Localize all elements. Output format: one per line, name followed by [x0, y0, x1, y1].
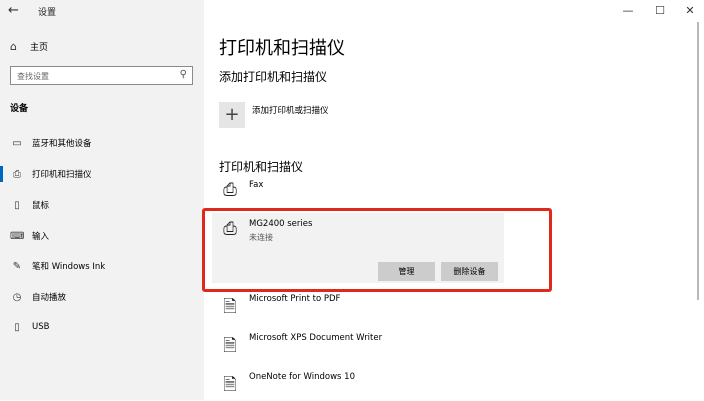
add-section-title: 添加打印机和扫描仪 [219, 70, 328, 84]
device-name: Microsoft XPS Document Writer [249, 333, 383, 343]
device-name: Fax [249, 180, 264, 190]
sidebar-item-usb[interactable]: ▯ USB [0, 313, 204, 341]
sidebar-item-label: 输入 [32, 232, 50, 242]
sidebar-item-label: 打印机和扫描仪 [32, 170, 92, 180]
document-printer-icon: 🗎 [223, 375, 237, 395]
add-printer-label[interactable]: 添加打印机或扫描仪 [252, 104, 329, 116]
devices-section-title: 打印机和扫描仪 [219, 160, 304, 174]
close-icon[interactable]: ✕ [677, 2, 703, 20]
sidebar-item-pen[interactable]: ✎ 笔和 Windows Ink [0, 252, 204, 280]
minimize-icon[interactable]: — [615, 2, 641, 20]
sidebar-item-printers[interactable]: ⎙ 打印机和扫描仪 [0, 160, 204, 188]
plus-icon: + [224, 104, 240, 125]
document-printer-icon: 🗎 [223, 297, 237, 317]
search-placeholder: 查找设置 [17, 72, 49, 81]
maximize-icon[interactable]: ☐ [647, 2, 673, 20]
sidebar-section-title: 设备 [10, 104, 29, 114]
sidebar-item-label: 鼠标 [32, 201, 50, 211]
usb-icon: ▯ [14, 321, 20, 333]
sidebar-item-typing[interactable]: ⌨ 输入 [0, 222, 204, 250]
sidebar-item-mouse[interactable]: ▯ 鼠标 [0, 191, 204, 219]
title-bar: ← 设置 — ☐ ✕ [0, 0, 704, 22]
sidebar-item-autoplay[interactable]: ◷ 自动播放 [0, 283, 204, 311]
printer-icon: ⎙ [13, 168, 21, 180]
window-title: 设置 [38, 8, 57, 18]
sidebar-item-label: 笔和 Windows Ink [32, 262, 106, 272]
keyboard-icon: ⌨ [10, 230, 25, 242]
autoplay-icon: ◷ [12, 291, 22, 303]
home-label: 主页 [30, 43, 49, 53]
search-input[interactable]: 查找设置 ⚲ [10, 66, 193, 85]
scrollbar[interactable] [697, 22, 699, 300]
sidebar-item-label: 自动播放 [32, 293, 67, 303]
back-arrow-icon[interactable]: ← [8, 3, 19, 18]
mouse-icon: ▯ [14, 199, 20, 211]
sidebar-item-label: USB [32, 322, 50, 332]
home-icon: ⌂ [10, 40, 17, 53]
home-nav[interactable]: ⌂ 主页 [10, 40, 48, 53]
bluetooth-icon: ▭ [12, 137, 22, 149]
device-name: OneNote for Windows 10 [249, 372, 355, 382]
add-printer-button[interactable]: + [219, 102, 245, 128]
device-name: Microsoft Print to PDF [249, 294, 341, 304]
page-title: 打印机和扫描仪 [219, 38, 345, 59]
pen-icon: ✎ [12, 260, 22, 272]
search-icon[interactable]: ⚲ [180, 69, 187, 80]
highlight-box [202, 208, 552, 292]
printer-icon: ⎙ [223, 180, 237, 200]
sidebar-item-bluetooth[interactable]: ▭ 蓝牙和其他设备 [0, 129, 204, 157]
document-printer-icon: 🗎 [223, 336, 237, 356]
sidebar-item-label: 蓝牙和其他设备 [32, 139, 92, 149]
